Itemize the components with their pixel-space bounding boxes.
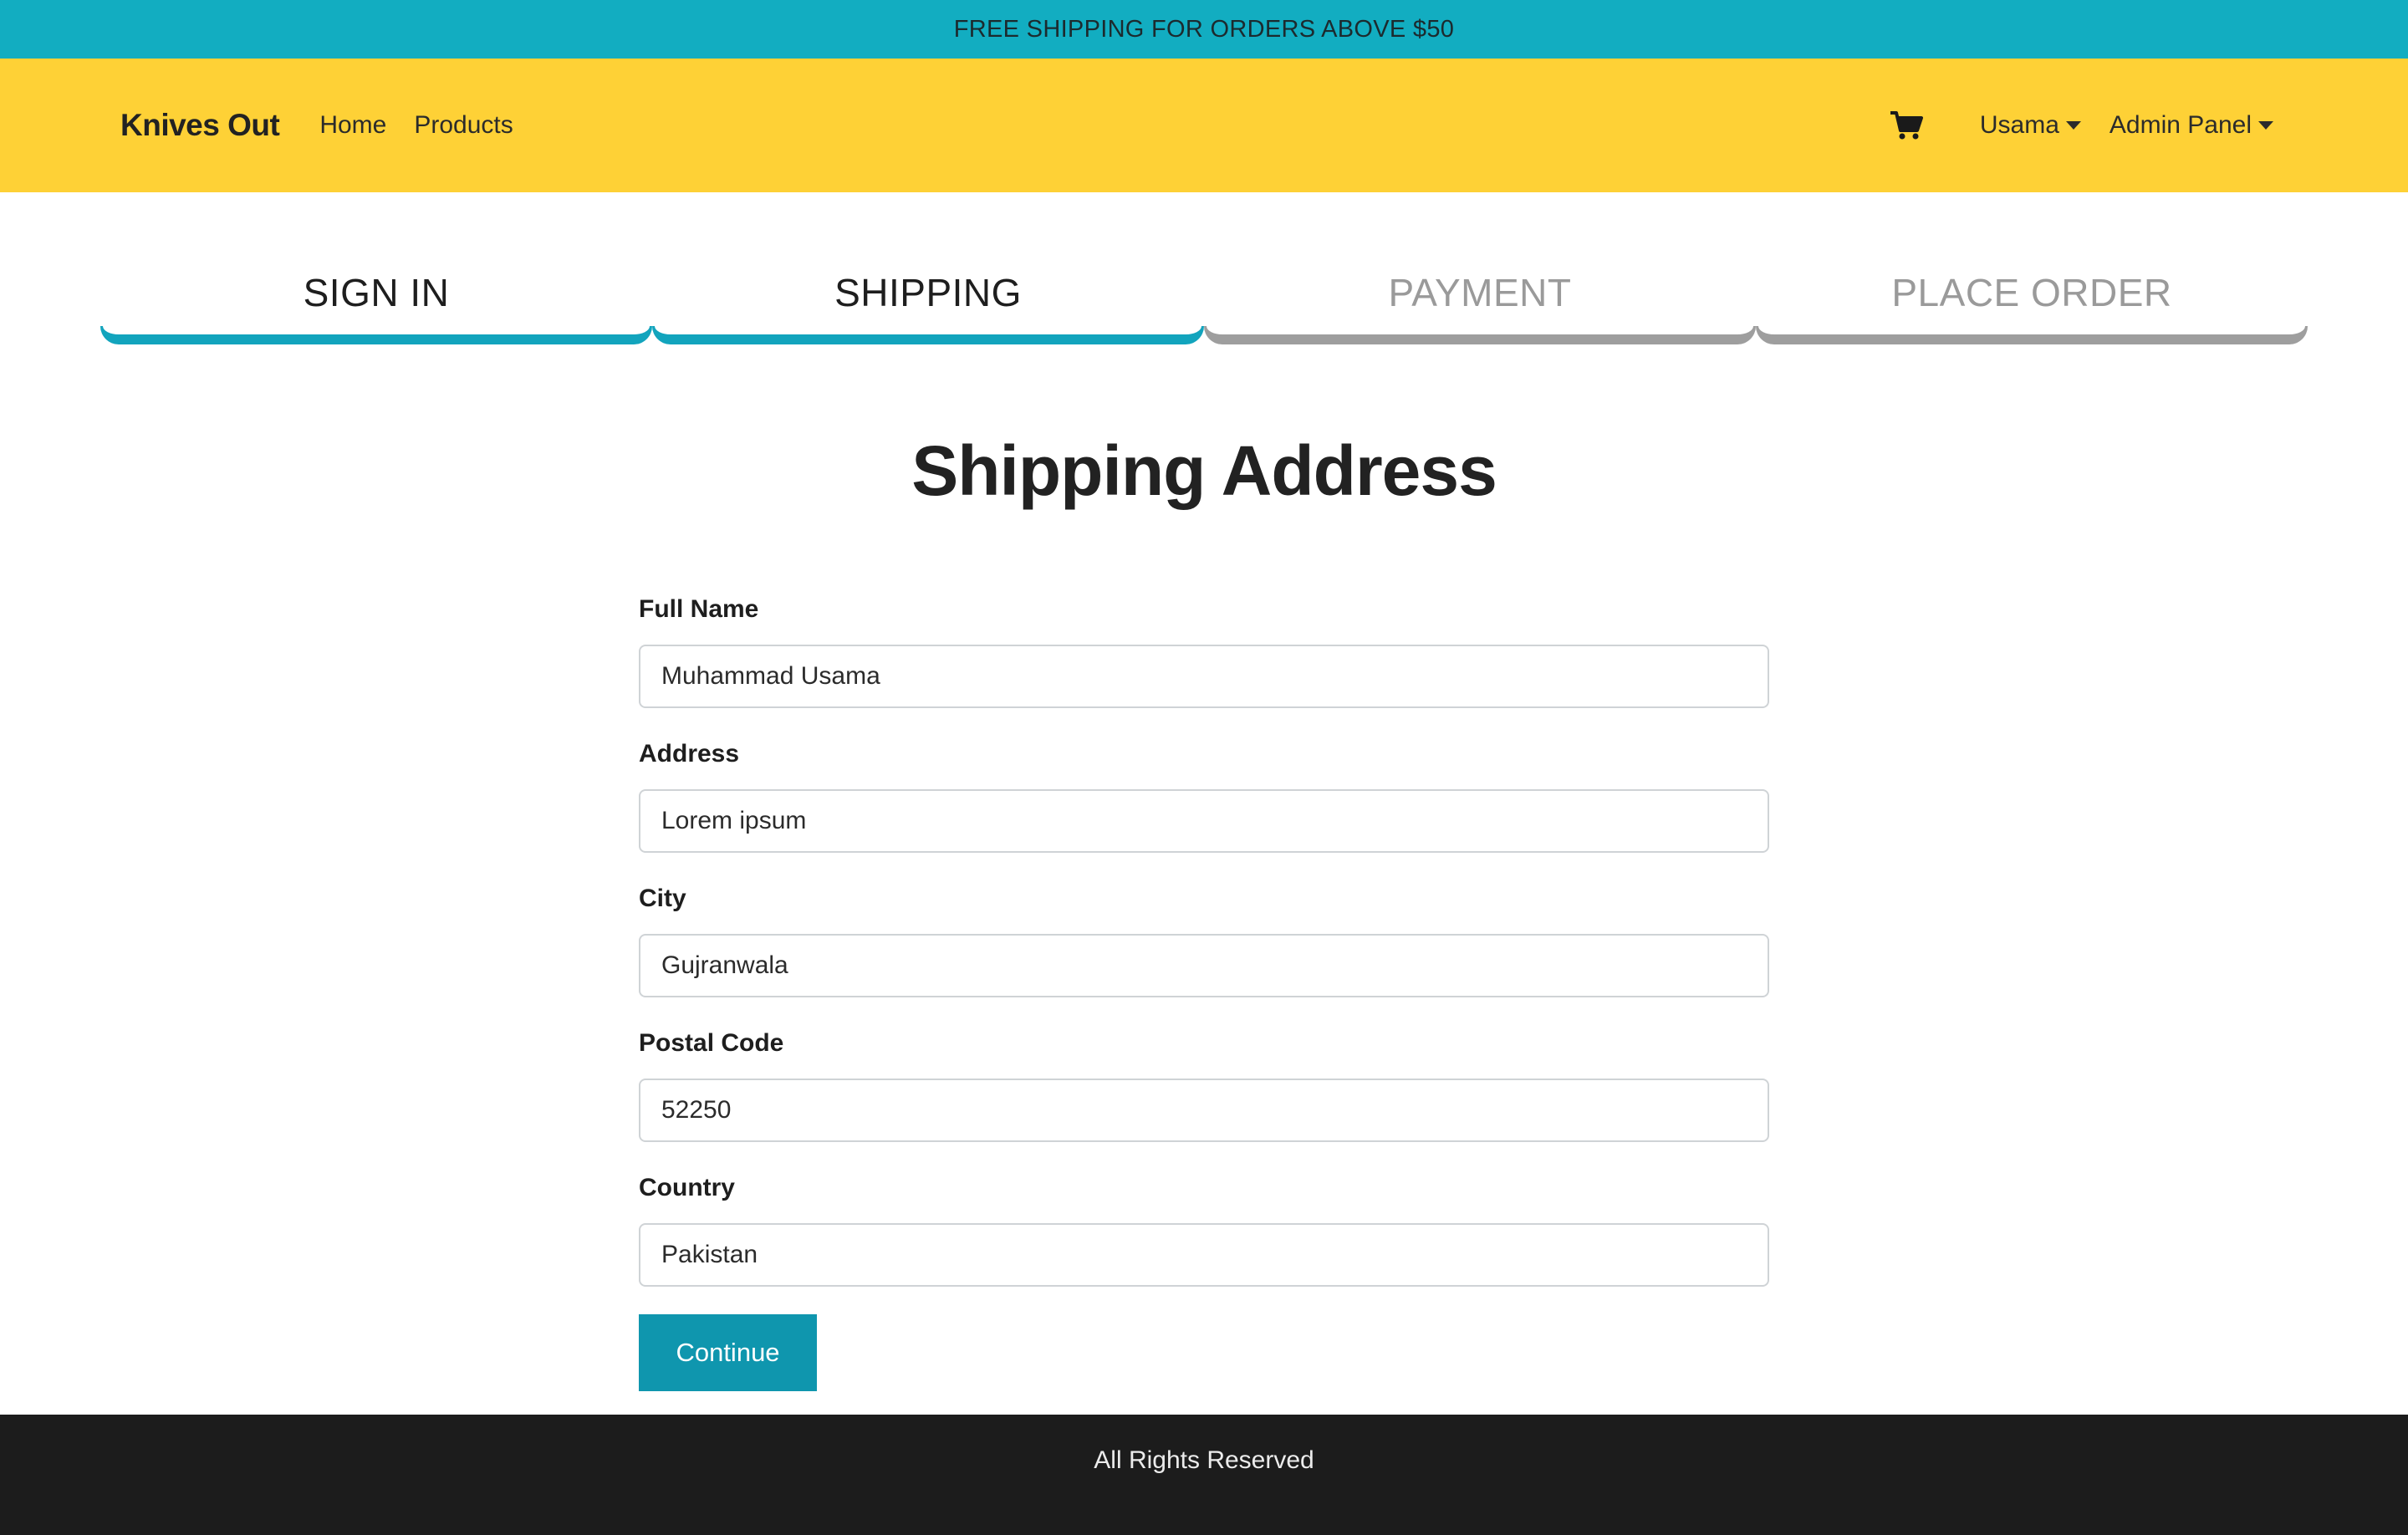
promo-text: FREE SHIPPING FOR ORDERS ABOVE $50 (953, 15, 1455, 43)
city-input[interactable] (639, 934, 1769, 997)
city-label: City (639, 885, 686, 912)
step-place-order: PLACE ORDER (1756, 268, 2308, 344)
address-label: Address (639, 740, 740, 768)
postal-code-label: Postal Code (639, 1029, 784, 1057)
nav-link-home[interactable]: Home (319, 111, 386, 140)
step-sign-in[interactable]: SIGN IN (100, 268, 652, 344)
shopping-cart-icon[interactable] (1890, 110, 1923, 140)
page-title: Shipping Address (911, 431, 1497, 510)
full-name-label: Full Name (639, 595, 759, 623)
step-label: PLACE ORDER (1891, 271, 2172, 314)
step-label: SHIPPING (834, 271, 1022, 314)
country-input[interactable] (639, 1223, 1769, 1287)
shipping-form: Full Name Address City Postal Code Count… (639, 594, 1769, 1391)
step-shipping[interactable]: SHIPPING (652, 268, 1204, 344)
address-group: Address (639, 738, 1769, 853)
user-menu-dropdown[interactable]: Usama (1980, 111, 2081, 140)
footer: All Rights Reserved (0, 1415, 2408, 1535)
step-label: SIGN IN (303, 271, 450, 314)
full-name-input[interactable] (639, 645, 1769, 708)
nav-link-products[interactable]: Products (414, 111, 513, 140)
caret-down-icon (2065, 121, 2081, 130)
postal-code-group: Postal Code (639, 1028, 1769, 1142)
brand-logo[interactable]: Knives Out (120, 108, 280, 143)
caret-down-icon (2258, 121, 2273, 130)
continue-button[interactable]: Continue (639, 1314, 817, 1391)
footer-text: All Rights Reserved (1094, 1446, 1314, 1474)
address-input[interactable] (639, 789, 1769, 853)
step-indicator (1756, 326, 2308, 344)
step-indicator (1204, 326, 1756, 344)
nav-right: Usama Admin Panel (1890, 110, 2273, 140)
country-group: Country (639, 1172, 1769, 1287)
promo-banner: FREE SHIPPING FOR ORDERS ABOVE $50 (0, 0, 2408, 59)
nav-links: Home Products (319, 111, 540, 140)
user-menu-label: Usama (1979, 111, 2059, 139)
city-group: City (639, 883, 1769, 997)
checkout-steps: SIGN IN SHIPPING PAYMENT PLACE ORDER (100, 268, 2308, 344)
step-indicator (652, 326, 1204, 344)
postal-code-input[interactable] (639, 1079, 1769, 1142)
admin-panel-dropdown[interactable]: Admin Panel (2110, 111, 2273, 140)
country-label: Country (639, 1174, 735, 1201)
navbar: Knives Out Home Products Usama Admin Pan… (0, 59, 2408, 192)
full-name-group: Full Name (639, 594, 1769, 708)
step-indicator (100, 326, 652, 344)
admin-panel-label: Admin Panel (2109, 111, 2252, 139)
step-label: PAYMENT (1388, 271, 1572, 314)
step-payment: PAYMENT (1204, 268, 1756, 344)
